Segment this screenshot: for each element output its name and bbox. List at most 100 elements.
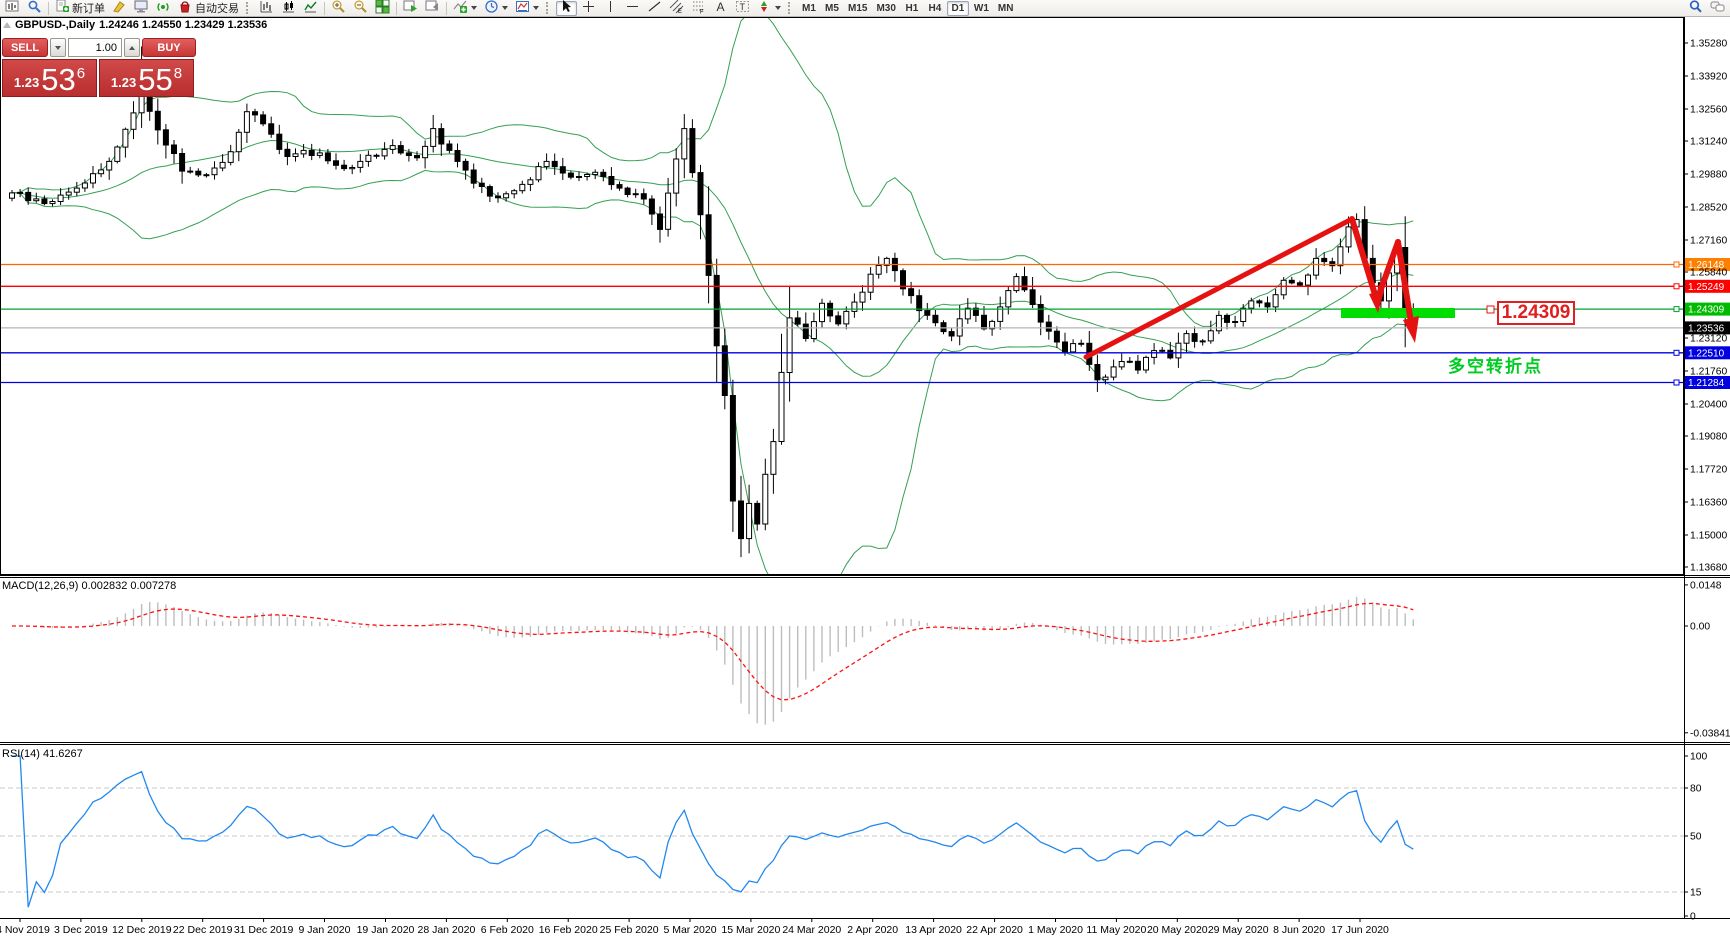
panel-collapse-icon[interactable] [3, 22, 11, 28]
signal-icon[interactable] [153, 1, 174, 16]
template-icon[interactable] [512, 1, 542, 16]
volume-input[interactable] [68, 38, 122, 57]
periods-icon[interactable] [481, 1, 511, 16]
terminal-icon[interactable] [131, 1, 152, 16]
svg-text:1.16360: 1.16360 [1690, 498, 1727, 509]
arrows-icon[interactable] [754, 1, 784, 16]
toolbar-drag-handle[interactable] [246, 2, 251, 14]
chart-shift-icon [425, 0, 440, 17]
timeframe-button-m5[interactable]: M5 [821, 1, 843, 16]
chevron-down-icon[interactable] [471, 6, 477, 10]
buy-price-small: 1.23 [111, 75, 136, 90]
toolbar-separator [48, 2, 49, 15]
text-icon[interactable]: A [710, 1, 731, 16]
candlestick-mode-icon[interactable] [278, 1, 299, 16]
price-chart: 1.261481.252491.243091.235361.225101.212… [0, 0, 1730, 940]
timeframe-button-h1[interactable]: H1 [901, 1, 923, 16]
label-anchor-handle[interactable] [1487, 306, 1494, 313]
svg-text:1.22510: 1.22510 [1688, 348, 1725, 359]
svg-text:50: 50 [1690, 832, 1702, 843]
tile-windows-icon[interactable] [372, 1, 393, 16]
bar-chart-mode-icon[interactable] [256, 1, 277, 16]
svg-text:24 Mar 2020: 24 Mar 2020 [782, 924, 841, 936]
svg-text:9 Jan 2020: 9 Jan 2020 [299, 924, 351, 936]
timeframe-button-d1[interactable]: D1 [947, 1, 969, 16]
chart-title-symbol: GBPUSD-,Daily [15, 19, 95, 31]
autotrade-button[interactable]: 自动交易 [175, 1, 242, 16]
volume-up-button[interactable] [124, 38, 140, 57]
volume-down-button[interactable] [50, 38, 66, 57]
chevron-down-icon[interactable] [502, 6, 508, 10]
vertical-line-icon[interactable] [600, 1, 621, 16]
timeframe-button-w1[interactable]: W1 [970, 1, 993, 16]
svg-text:1.32560: 1.32560 [1690, 105, 1727, 116]
zoom-in-icon[interactable] [328, 1, 349, 16]
svg-text:12 Dec 2019: 12 Dec 2019 [112, 924, 172, 936]
indicators-icon [453, 0, 468, 17]
chat-icon[interactable] [1707, 1, 1728, 16]
svg-text:100: 100 [1690, 752, 1707, 763]
crosshair-icon[interactable] [578, 1, 599, 16]
metaeditor-icon [112, 0, 127, 17]
timeframe-button-mn[interactable]: MN [994, 1, 1018, 16]
timeframe-button-m15[interactable]: M15 [844, 1, 871, 16]
svg-text:1.24309: 1.24309 [1688, 305, 1725, 316]
trendline-icon[interactable] [644, 1, 665, 16]
toolbar-drag-handle[interactable] [546, 2, 551, 14]
chart-window-icon[interactable] [2, 1, 23, 16]
sell-price-tile[interactable]: 1.23 53 6 [2, 59, 97, 97]
chart-window-icon [5, 0, 20, 17]
text-label-icon[interactable]: T [732, 1, 753, 16]
svg-text:E: E [678, 9, 682, 14]
timeframe-button-m30[interactable]: M30 [872, 1, 899, 16]
signal-icon [156, 0, 171, 17]
svg-text:24 Nov 2019: 24 Nov 2019 [0, 924, 50, 936]
toolbar-drag-handle[interactable] [788, 2, 793, 14]
metaeditor-icon[interactable] [109, 1, 130, 16]
cursor-icon[interactable] [556, 1, 577, 16]
line-chart-mode-icon [303, 0, 318, 17]
search-icon [1688, 0, 1703, 17]
autoscroll-icon[interactable] [400, 1, 421, 16]
crosshair-preview-icon[interactable] [24, 1, 45, 16]
svg-text:0: 0 [1690, 912, 1696, 923]
support-price-label[interactable]: 1.24309 [1497, 301, 1575, 325]
svg-text:22 Apr 2020: 22 Apr 2020 [966, 924, 1023, 936]
timeframe-button-m1[interactable]: M1 [798, 1, 820, 16]
svg-text:1.31240: 1.31240 [1690, 137, 1727, 148]
svg-text:13 Apr 2020: 13 Apr 2020 [905, 924, 962, 936]
fibonacci-icon: F [691, 0, 706, 17]
svg-text:1.35280: 1.35280 [1690, 39, 1727, 50]
new-order-icon [55, 0, 70, 17]
timeframe-button-h4[interactable]: H4 [924, 1, 946, 16]
horizontal-line-icon[interactable] [622, 1, 643, 16]
equidistant-channel-icon[interactable]: E [666, 1, 687, 16]
buy-price-sup: 8 [174, 65, 182, 82]
chat-icon [1710, 0, 1725, 17]
search-icon[interactable] [1685, 1, 1706, 16]
svg-text:29 May 2020: 29 May 2020 [1208, 924, 1269, 936]
svg-text:1.21760: 1.21760 [1690, 367, 1727, 378]
chevron-down-icon[interactable] [775, 6, 781, 10]
buy-price-tile[interactable]: 1.23 55 8 [99, 59, 194, 97]
fibonacci-icon[interactable]: F [688, 1, 709, 16]
horizontal-line-icon [625, 0, 640, 17]
chart-shift-icon[interactable] [422, 1, 443, 16]
zoom-out-icon[interactable] [350, 1, 371, 16]
svg-text:16 Feb 2020: 16 Feb 2020 [539, 924, 598, 936]
chevron-down-icon[interactable] [533, 6, 539, 10]
crosshair-icon [581, 0, 596, 17]
svg-text:1.15000: 1.15000 [1690, 531, 1727, 542]
toolbar-separator [324, 2, 325, 15]
sell-button[interactable]: SELL [2, 38, 48, 57]
line-chart-mode-icon[interactable] [300, 1, 321, 16]
new-order-button[interactable]: 新订单 [52, 1, 108, 16]
svg-text:11 May 2020: 11 May 2020 [1086, 924, 1146, 936]
svg-text:T: T [740, 2, 746, 12]
support-highlight-bar[interactable] [1341, 308, 1455, 318]
indicators-icon[interactable] [450, 1, 480, 16]
svg-text:31 Dec 2019: 31 Dec 2019 [234, 924, 294, 936]
buy-button[interactable]: BUY [142, 38, 196, 57]
pivot-annotation-text[interactable]: 多空转折点 [1448, 352, 1543, 377]
svg-text:1.28520: 1.28520 [1690, 203, 1727, 214]
